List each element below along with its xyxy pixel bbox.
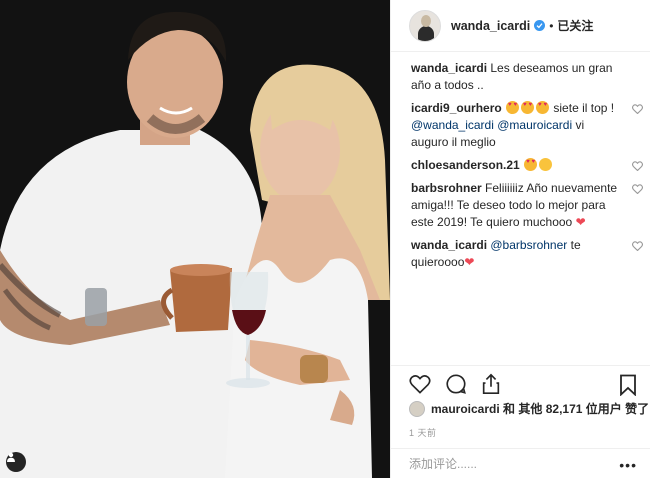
likes-count-text[interactable]: 和 其他 82,171 位用户 赞了 (503, 400, 649, 417)
author-username[interactable]: wanda_icardi (451, 19, 530, 33)
like-comment-heart-icon[interactable] (632, 159, 643, 176)
photo-illustration (0, 0, 390, 478)
share-icon (482, 373, 500, 394)
tagged-users-button[interactable] (6, 452, 26, 472)
comment-username[interactable]: wanda_icardi (411, 238, 487, 252)
like-comment-heart-icon[interactable] (632, 102, 643, 119)
save-button[interactable] (619, 374, 637, 399)
red-heart-emoji-icon: ❤ (464, 255, 475, 269)
heart-eyes-emoji-icon (524, 158, 538, 171)
caption: wanda_icardi Les deseamos un gran año a … (411, 60, 621, 94)
add-comment-bar: ••• (391, 448, 650, 478)
like-comment-heart-icon[interactable] (632, 239, 643, 256)
post-actions (391, 365, 650, 401)
mention-link[interactable]: @wanda_icardi (411, 118, 494, 132)
red-heart-emoji-icon: ❤ (575, 215, 586, 229)
comment-item: chloesanderson.21 (411, 157, 643, 174)
likes-summary[interactable]: mauroicardi 和 其他 82,171 位用户 赞了 (409, 400, 649, 417)
following-button[interactable]: 已关注 (557, 17, 593, 34)
smile-emoji-icon (539, 158, 553, 171)
comment-button[interactable] (445, 373, 467, 395)
comment-item: barbsrohner Feliiiiiiz Año nuevamente am… (411, 180, 643, 231)
instagram-post: wanda_icardi • 已关注 wanda_icardi Les dese… (0, 0, 650, 478)
post-sidebar: wanda_icardi • 已关注 wanda_icardi Les dese… (390, 0, 650, 478)
comment-text: siete il top ! (553, 101, 615, 115)
user-icon (7, 452, 15, 462)
speech-bubble-icon (446, 373, 466, 394)
like-comment-heart-icon[interactable] (632, 182, 643, 199)
share-button[interactable] (481, 373, 501, 395)
comment-username[interactable]: wanda_icardi (411, 61, 487, 75)
heart-eyes-emoji-icon (521, 101, 535, 114)
header-separator: • (549, 18, 554, 33)
comment-input[interactable] (409, 456, 609, 471)
author-avatar[interactable] (409, 9, 441, 42)
heart-icon (409, 374, 431, 394)
mention-link[interactable]: @mauroicardi (497, 118, 572, 132)
bookmark-icon (620, 374, 636, 397)
post-header: wanda_icardi • 已关注 (391, 0, 650, 52)
like-button[interactable] (409, 374, 431, 394)
liker-avatar (409, 400, 425, 417)
mention-link[interactable]: @barbsrohner (490, 238, 567, 252)
more-options-button[interactable]: ••• (619, 457, 637, 473)
post-photo[interactable] (0, 0, 390, 478)
heart-eyes-emoji-icon (506, 101, 520, 114)
liker-username[interactable]: mauroicardi (431, 402, 500, 416)
comment-item: wanda_icardi @barbsrohner te quieroooo❤ (411, 237, 643, 271)
post-timestamp[interactable]: 1 天前 (409, 426, 437, 439)
comment-username[interactable]: icardi9_ourhero (411, 101, 502, 115)
comment-username[interactable]: chloesanderson.21 (411, 158, 520, 172)
heart-eyes-emoji-icon (536, 101, 550, 114)
comment-username[interactable]: barbsrohner (411, 181, 482, 195)
comment-list: wanda_icardi Les deseamos un gran año a … (391, 60, 650, 277)
verified-badge-icon (534, 20, 546, 31)
comment-item: icardi9_ourhero siete il top ! @wanda_ic… (411, 100, 643, 151)
